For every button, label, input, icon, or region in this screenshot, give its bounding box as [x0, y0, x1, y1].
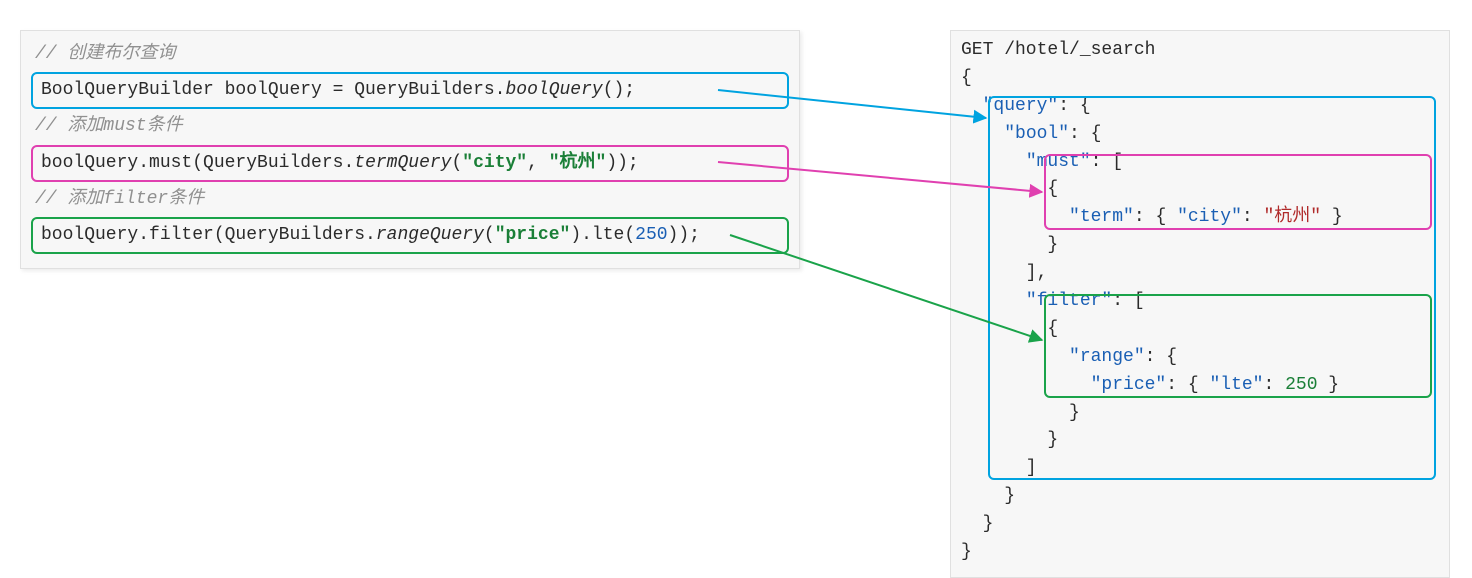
json-indent: [961, 375, 1091, 395]
java-code-panel: // 创建布尔查询 BoolQueryBuilder boolQuery = Q…: [20, 30, 800, 269]
json-punc: :: [1263, 375, 1285, 395]
json-punc: }: [1321, 207, 1343, 227]
json-brace: }: [961, 430, 1058, 450]
json-punc: : {: [1145, 347, 1177, 367]
json-key: "bool": [1004, 124, 1069, 144]
code-text: ();: [603, 80, 635, 100]
comment-add-filter: // 添加filter条件: [31, 184, 789, 215]
json-indent: [961, 152, 1026, 172]
json-indent: [961, 96, 983, 116]
json-key: "filter": [1026, 291, 1112, 311]
java-line-must: boolQuery.must(QueryBuilders.termQuery("…: [31, 145, 789, 182]
json-string-value: "杭州": [1263, 207, 1321, 227]
code-text: boolQuery.filter(QueryBuilders.: [41, 225, 376, 245]
json-brace: {: [961, 319, 1058, 339]
code-text: (: [451, 153, 462, 173]
json-punc: : {: [1069, 124, 1101, 144]
comment-add-must: // 添加must条件: [31, 111, 789, 142]
json-number-value: 250: [1285, 375, 1317, 395]
json-brace: {: [961, 68, 972, 88]
json-key: "range": [1069, 347, 1145, 367]
json-key: "query": [983, 96, 1059, 116]
json-indent: [961, 207, 1069, 227]
code-text: BoolQueryBuilder boolQuery = QueryBuilde…: [41, 80, 505, 100]
code-text: ));: [606, 153, 638, 173]
java-line-filter: boolQuery.filter(QueryBuilders.rangeQuer…: [31, 217, 789, 254]
json-punc: : {: [1134, 207, 1177, 227]
code-method: rangeQuery: [376, 225, 484, 245]
json-indent: [961, 124, 1004, 144]
code-text: ).lte(: [570, 225, 635, 245]
json-brace: }: [961, 514, 993, 534]
json-brace: }: [961, 235, 1058, 255]
code-string: "city": [462, 153, 527, 173]
json-punc: : {: [1166, 375, 1209, 395]
json-punc: }: [1318, 375, 1340, 395]
code-text: ));: [668, 225, 700, 245]
json-punc: : [: [1112, 291, 1144, 311]
json-punc: :: [1242, 207, 1264, 227]
json-brace: }: [961, 542, 972, 562]
code-number: 250: [635, 225, 667, 245]
json-punc: : {: [1058, 96, 1090, 116]
code-text: boolQuery.must(QueryBuilders.: [41, 153, 354, 173]
json-indent: [961, 291, 1026, 311]
json-brace: {: [961, 179, 1058, 199]
code-text: (: [484, 225, 495, 245]
json-punc: ],: [961, 263, 1047, 283]
java-line-boolquery: BoolQueryBuilder boolQuery = QueryBuilde…: [31, 72, 789, 109]
json-punc: ]: [961, 458, 1037, 478]
code-method: boolQuery: [505, 80, 602, 100]
comment-create-bool: // 创建布尔查询: [31, 39, 789, 70]
json-key: "lte": [1209, 375, 1263, 395]
json-key: "must": [1026, 152, 1091, 172]
json-punc: : [: [1091, 152, 1123, 172]
code-text: ,: [527, 153, 549, 173]
code-string: "price": [495, 225, 571, 245]
json-brace: }: [961, 403, 1080, 423]
code-string: "杭州": [549, 153, 607, 173]
json-dsl-panel: GET /hotel/_search { "query": { "bool": …: [950, 30, 1450, 578]
json-brace: }: [961, 486, 1015, 506]
json-key: "price": [1091, 375, 1167, 395]
json-code: GET /hotel/_search { "query": { "bool": …: [961, 37, 1439, 567]
code-method: termQuery: [354, 153, 451, 173]
json-key: "term": [1069, 207, 1134, 227]
json-key: "city": [1177, 207, 1242, 227]
json-indent: [961, 347, 1069, 367]
json-request-line: GET /hotel/_search: [961, 40, 1155, 60]
